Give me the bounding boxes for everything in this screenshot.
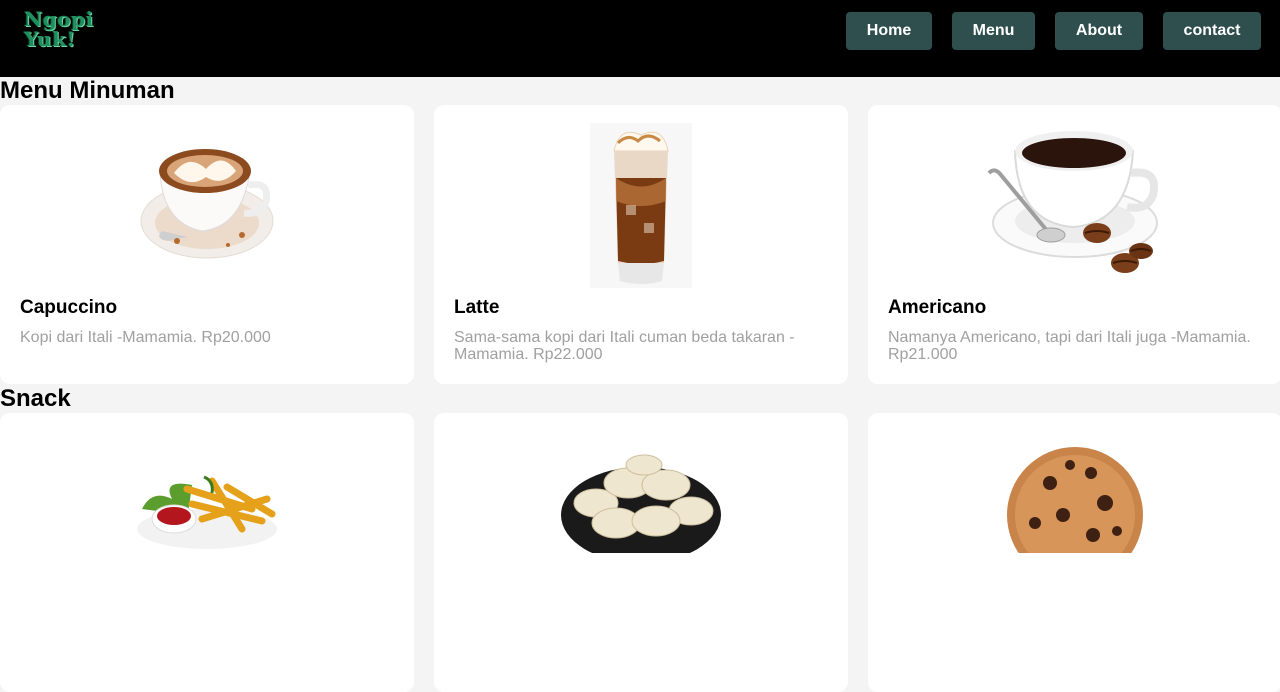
americano-cup-image xyxy=(868,123,1280,288)
brand-line-2: Yuk! xyxy=(24,27,76,51)
cappuccino-cup-image xyxy=(0,123,414,288)
menu-item-name: Americano xyxy=(888,297,987,318)
section-title-snack: Snack xyxy=(0,385,71,412)
nav-contact-button[interactable]: contact xyxy=(1163,12,1261,50)
menu-card-snack-3[interactable] xyxy=(868,413,1280,692)
french-fries-image xyxy=(0,469,414,634)
nav-about-button[interactable]: About xyxy=(1055,12,1143,50)
cookie-image xyxy=(868,443,1280,608)
nav-menu-button[interactable]: Menu xyxy=(952,12,1035,50)
dumplings-image xyxy=(434,453,848,618)
menu-card-capuccino[interactable]: Capuccino Kopi dari Itali -Mamamia. Rp20… xyxy=(0,105,414,384)
section-title-drinks: Menu Minuman xyxy=(0,77,175,104)
menu-card-latte[interactable]: Latte Sama-sama kopi dari Itali cuman be… xyxy=(434,105,848,384)
menu-item-desc: Namanya Americano, tapi dari Itali juga … xyxy=(888,329,1251,363)
menu-item-name: Capuccino xyxy=(20,297,118,318)
brand-line-1: Ngopi xyxy=(24,7,94,31)
brand-logo[interactable]: Ngopi Yuk! xyxy=(24,9,94,49)
iced-latte-glass-image xyxy=(434,123,848,288)
menu-item-desc: Sama-sama kopi dari Itali cuman beda tak… xyxy=(454,329,795,363)
menu-card-snack-2[interactable] xyxy=(434,413,848,692)
menu-card-snack-1[interactable] xyxy=(0,413,414,692)
menu-item-desc: Kopi dari Itali -Mamamia. Rp20.000 xyxy=(20,329,271,346)
menu-card-americano[interactable]: Americano Namanya Americano, tapi dari I… xyxy=(868,105,1280,384)
navbar: Ngopi Yuk! Home Menu About contact xyxy=(0,0,1280,77)
nav-home-button[interactable]: Home xyxy=(846,12,932,50)
menu-item-name: Latte xyxy=(454,297,500,318)
